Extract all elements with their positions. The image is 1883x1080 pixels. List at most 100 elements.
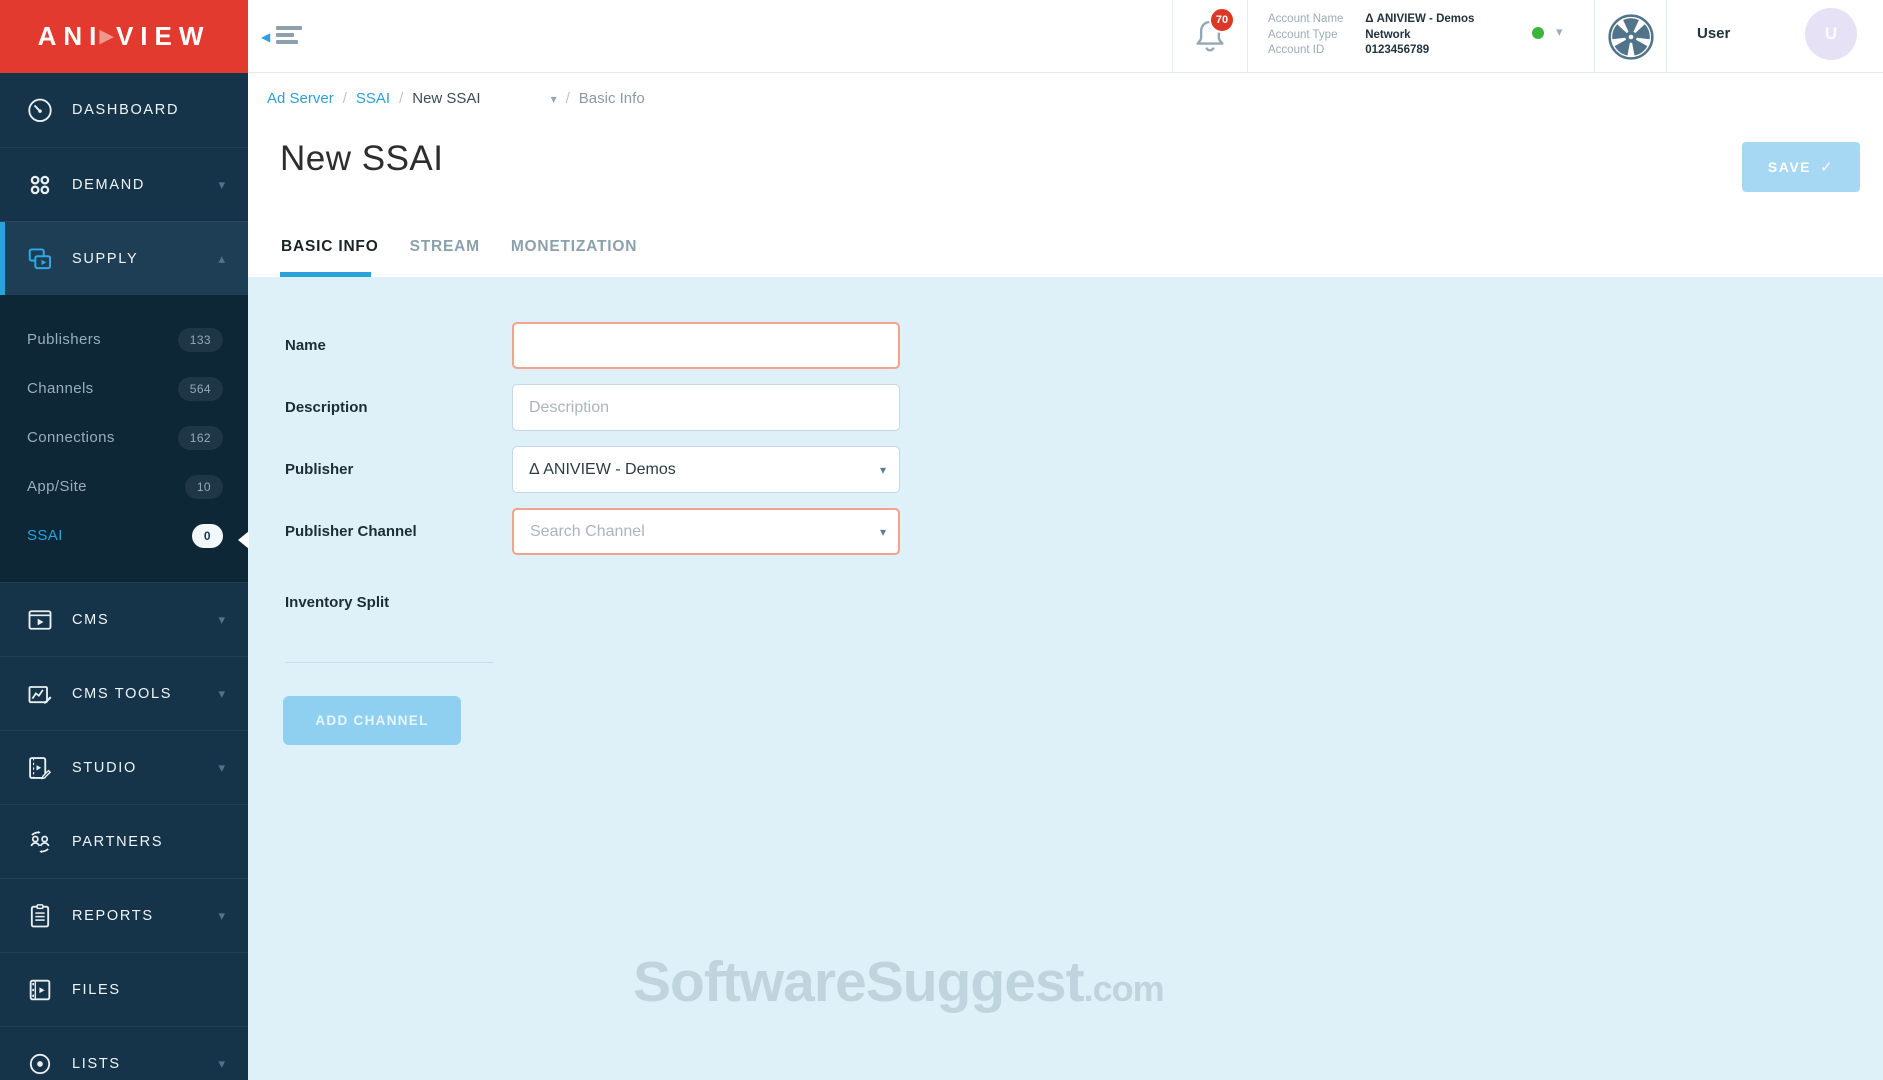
supply-screens-icon <box>25 244 55 274</box>
cms-tools-chart-icon <box>25 679 55 709</box>
count-badge: 10 <box>185 475 223 499</box>
avatar-initial: U <box>1825 24 1837 44</box>
files-film-icon <box>25 975 55 1005</box>
active-indicator-bar <box>0 222 5 295</box>
tab-monetization[interactable]: MONETIZATION <box>511 238 637 256</box>
demand-grid-icon <box>25 170 55 200</box>
account-name-value: Δ ANIVIEW - Demos <box>1365 13 1474 25</box>
account-name-label: Account Name <box>1268 12 1362 28</box>
studio-film-icon <box>25 753 55 783</box>
breadcrumb: Ad Server / SSAI / New SSAI ▾ / Basic In… <box>267 90 645 107</box>
sidebar-collapse-button[interactable]: ◀ <box>276 26 316 48</box>
breadcrumb-basic-info: Basic Info <box>579 90 645 107</box>
sidebar-item-partners[interactable]: PARTNERS <box>0 804 248 878</box>
publisher-channel-placeholder: Search Channel <box>530 523 645 541</box>
sidebar-item-dashboard[interactable]: DASHBOARD <box>0 73 248 147</box>
logo-text-ani: ANI <box>38 21 104 52</box>
partners-people-icon <box>25 827 55 857</box>
account-id-value: 0123456789 <box>1365 44 1429 56</box>
chevron-down-icon: ▾ <box>218 686 225 702</box>
breadcrumb-ssai[interactable]: SSAI <box>356 90 390 107</box>
chevron-down-icon: ▾ <box>880 463 886 477</box>
logo-play-icon: ▶ <box>99 25 114 48</box>
page-title: New SSAI <box>280 139 444 179</box>
description-label: Description <box>285 399 512 416</box>
save-button[interactable]: SAVE ✓ <box>1742 142 1860 192</box>
tab-stream[interactable]: STREAM <box>410 238 480 256</box>
notification-count-badge: 70 <box>1209 7 1235 33</box>
breadcrumb-new-ssai: New SSAI <box>412 90 480 107</box>
aniview-logo[interactable]: ANI ▶ VIEW <box>0 0 248 73</box>
count-badge: 133 <box>178 328 223 352</box>
dashboard-gauge-icon <box>25 95 55 125</box>
sidebar-item-publishers[interactable]: Publishers 133 <box>0 315 248 364</box>
reports-clipboard-icon <box>25 901 55 931</box>
chevron-down-icon: ▾ <box>218 908 225 924</box>
account-status-dot <box>1532 27 1544 39</box>
logo-text-view: VIEW <box>116 21 210 52</box>
count-badge: 0 <box>192 524 223 548</box>
sidebar-item-studio[interactable]: STUDIO ▾ <box>0 730 248 804</box>
account-info: Account Name Δ ANIVIEW - Demos Account T… <box>1268 12 1474 59</box>
chevron-down-icon: ▾ <box>880 525 886 539</box>
watermark: SoftwareSuggest.com <box>633 949 1164 1015</box>
chevron-down-icon: ▾ <box>218 612 225 628</box>
active-tab-underline <box>280 272 371 277</box>
user-avatar[interactable]: U <box>1805 8 1857 60</box>
publisher-selected-value: Δ ANIVIEW - Demos <box>529 461 676 479</box>
publisher-select[interactable]: Δ ANIVIEW - Demos <box>512 446 900 493</box>
name-input[interactable] <box>512 322 900 369</box>
section-divider <box>285 662 493 663</box>
active-page-pointer <box>238 531 249 549</box>
account-id-label: Account ID <box>1268 43 1362 59</box>
menu-icon <box>276 26 302 30</box>
film-reel-icon <box>1606 12 1656 62</box>
sidebar-item-reports[interactable]: REPORTS ▾ <box>0 878 248 952</box>
sidebar-item-files[interactable]: FILES <box>0 952 248 1026</box>
sidebar-item-ssai[interactable]: SSAI 0 <box>0 511 248 560</box>
sidebar-item-supply[interactable]: SUPPLY ▴ <box>0 221 248 295</box>
chevron-down-icon: ▾ <box>218 1056 225 1072</box>
chevron-down-icon: ▾ <box>218 760 225 776</box>
cms-player-icon <box>25 605 55 635</box>
chevron-down-icon: ▾ <box>218 177 225 193</box>
notifications-button[interactable]: 70 <box>1172 0 1248 73</box>
sidebar-item-cms[interactable]: CMS ▾ <box>0 582 248 656</box>
supply-submenu: Publishers 133 Channels 564 Connections … <box>0 295 248 582</box>
inventory-split-label: Inventory Split <box>285 594 1883 611</box>
chevron-up-icon: ▴ <box>218 251 225 267</box>
account-type-value: Network <box>1365 29 1410 41</box>
account-switcher-chevron-icon[interactable]: ▾ <box>1556 24 1563 40</box>
publisher-channel-select[interactable]: Search Channel <box>512 508 900 555</box>
main-content: Ad Server / SSAI / New SSAI ▾ / Basic In… <box>248 73 1883 1080</box>
collapse-arrow-icon: ◀ <box>261 30 270 44</box>
publisher-channel-label: Publisher Channel <box>285 523 512 540</box>
check-icon: ✓ <box>1820 158 1834 176</box>
sidebar-item-app-site[interactable]: App/Site 10 <box>0 462 248 511</box>
reel-menu-button[interactable] <box>1594 0 1667 73</box>
sidebar-item-connections[interactable]: Connections 162 <box>0 413 248 462</box>
basic-info-panel: Name Description Publisher Δ ANIVIEW - D… <box>248 277 1883 1080</box>
add-channel-button[interactable]: ADD CHANNEL <box>283 696 461 745</box>
top-bar: ANI ▶ VIEW ◀ 70 Account Name Δ ANIVIEW -… <box>0 0 1883 73</box>
breadcrumb-ad-server[interactable]: Ad Server <box>267 90 334 107</box>
breadcrumb-entity-chevron-icon[interactable]: ▾ <box>551 92 557 106</box>
sidebar-item-lists[interactable]: LISTS ▾ <box>0 1026 248 1080</box>
publisher-label: Publisher <box>285 461 512 478</box>
sidebar-item-demand[interactable]: DEMAND ▾ <box>0 147 248 221</box>
user-name-label: User <box>1697 25 1730 42</box>
publisher-row: Publisher Δ ANIVIEW - Demos ▾ <box>285 446 1883 493</box>
lists-target-icon <box>25 1049 55 1079</box>
description-row: Description <box>285 384 1883 431</box>
sidebar-item-cms-tools[interactable]: CMS TOOLS ▾ <box>0 656 248 730</box>
count-badge: 564 <box>178 377 223 401</box>
sidebar-item-channels[interactable]: Channels 564 <box>0 364 248 413</box>
tab-bar: BASIC INFO STREAM MONETIZATION <box>281 238 637 256</box>
publisher-channel-row: Publisher Channel Search Channel ▾ <box>285 508 1883 555</box>
count-badge: 162 <box>178 426 223 450</box>
sidebar-nav: DASHBOARD DEMAND ▾ SUPPLY ▴ Publishers 1… <box>0 73 248 1080</box>
name-label: Name <box>285 337 512 354</box>
account-type-label: Account Type <box>1268 28 1362 44</box>
tab-basic-info[interactable]: BASIC INFO <box>281 238 379 256</box>
description-input[interactable] <box>512 384 900 431</box>
